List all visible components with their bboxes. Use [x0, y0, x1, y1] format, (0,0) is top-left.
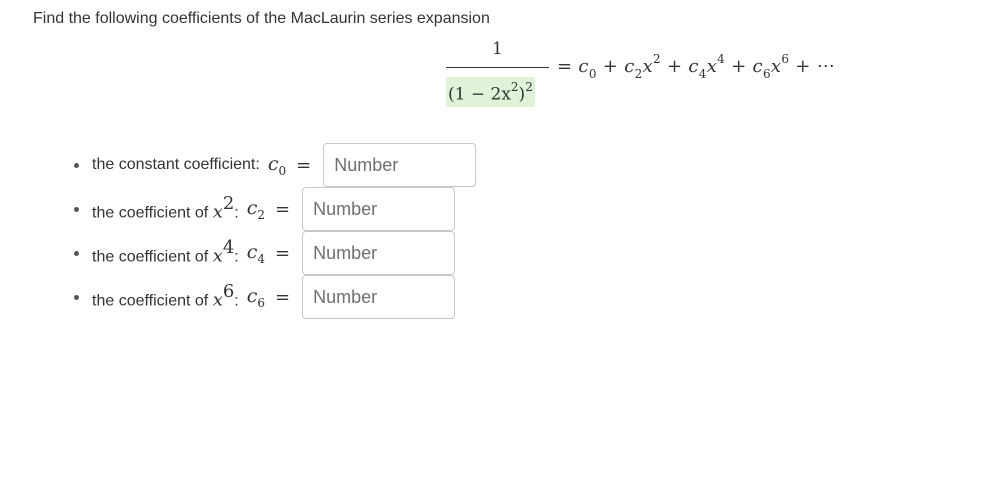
equals-sign: = — [275, 242, 291, 264]
c6-input[interactable] — [302, 275, 456, 319]
fraction-numerator: 1 — [492, 39, 503, 59]
c0-input[interactable] — [323, 143, 477, 187]
bullet-icon — [74, 250, 79, 256]
series-rhs: = c0 + c2x2 + c4x4 + c6x6 + ⋯ — [557, 52, 836, 81]
question-constant: the constant coefficient: c0 = — [74, 143, 477, 187]
c2-input[interactable] — [302, 187, 456, 231]
fraction-denominator: (1 − 2x2)2 — [446, 77, 535, 107]
bullet-icon — [74, 206, 79, 212]
variable-label: c6 — [246, 284, 266, 311]
question-x6: the coefficient of x6: c6 = — [74, 275, 456, 319]
question-x2: the coefficient of x2: c2 = — [74, 187, 456, 231]
series-formula: 1 (1 − 2x2)2 = c0 + c2x2 + c4x4 + c6x6 +… — [443, 36, 863, 112]
bullet-icon — [74, 162, 79, 168]
question-label: the coefficient of x6: — [92, 281, 239, 311]
equals-sign: = — [275, 198, 291, 220]
equals-sign: = — [296, 154, 312, 176]
question-x4: the coefficient of x4: c4 = — [74, 231, 456, 275]
equals-sign: = — [275, 286, 291, 308]
problem-prompt: Find the following coefficients of the M… — [33, 10, 490, 27]
fraction-bar — [446, 67, 549, 68]
variable-label: c2 — [246, 196, 266, 223]
bullet-icon — [74, 294, 79, 300]
question-label: the constant coefficient: — [92, 156, 260, 173]
question-label: the coefficient of x2: — [92, 193, 239, 223]
variable-label: c0 — [267, 152, 287, 179]
c4-input[interactable] — [302, 231, 456, 275]
variable-label: c4 — [246, 240, 266, 267]
question-label: the coefficient of x4: — [92, 237, 239, 267]
